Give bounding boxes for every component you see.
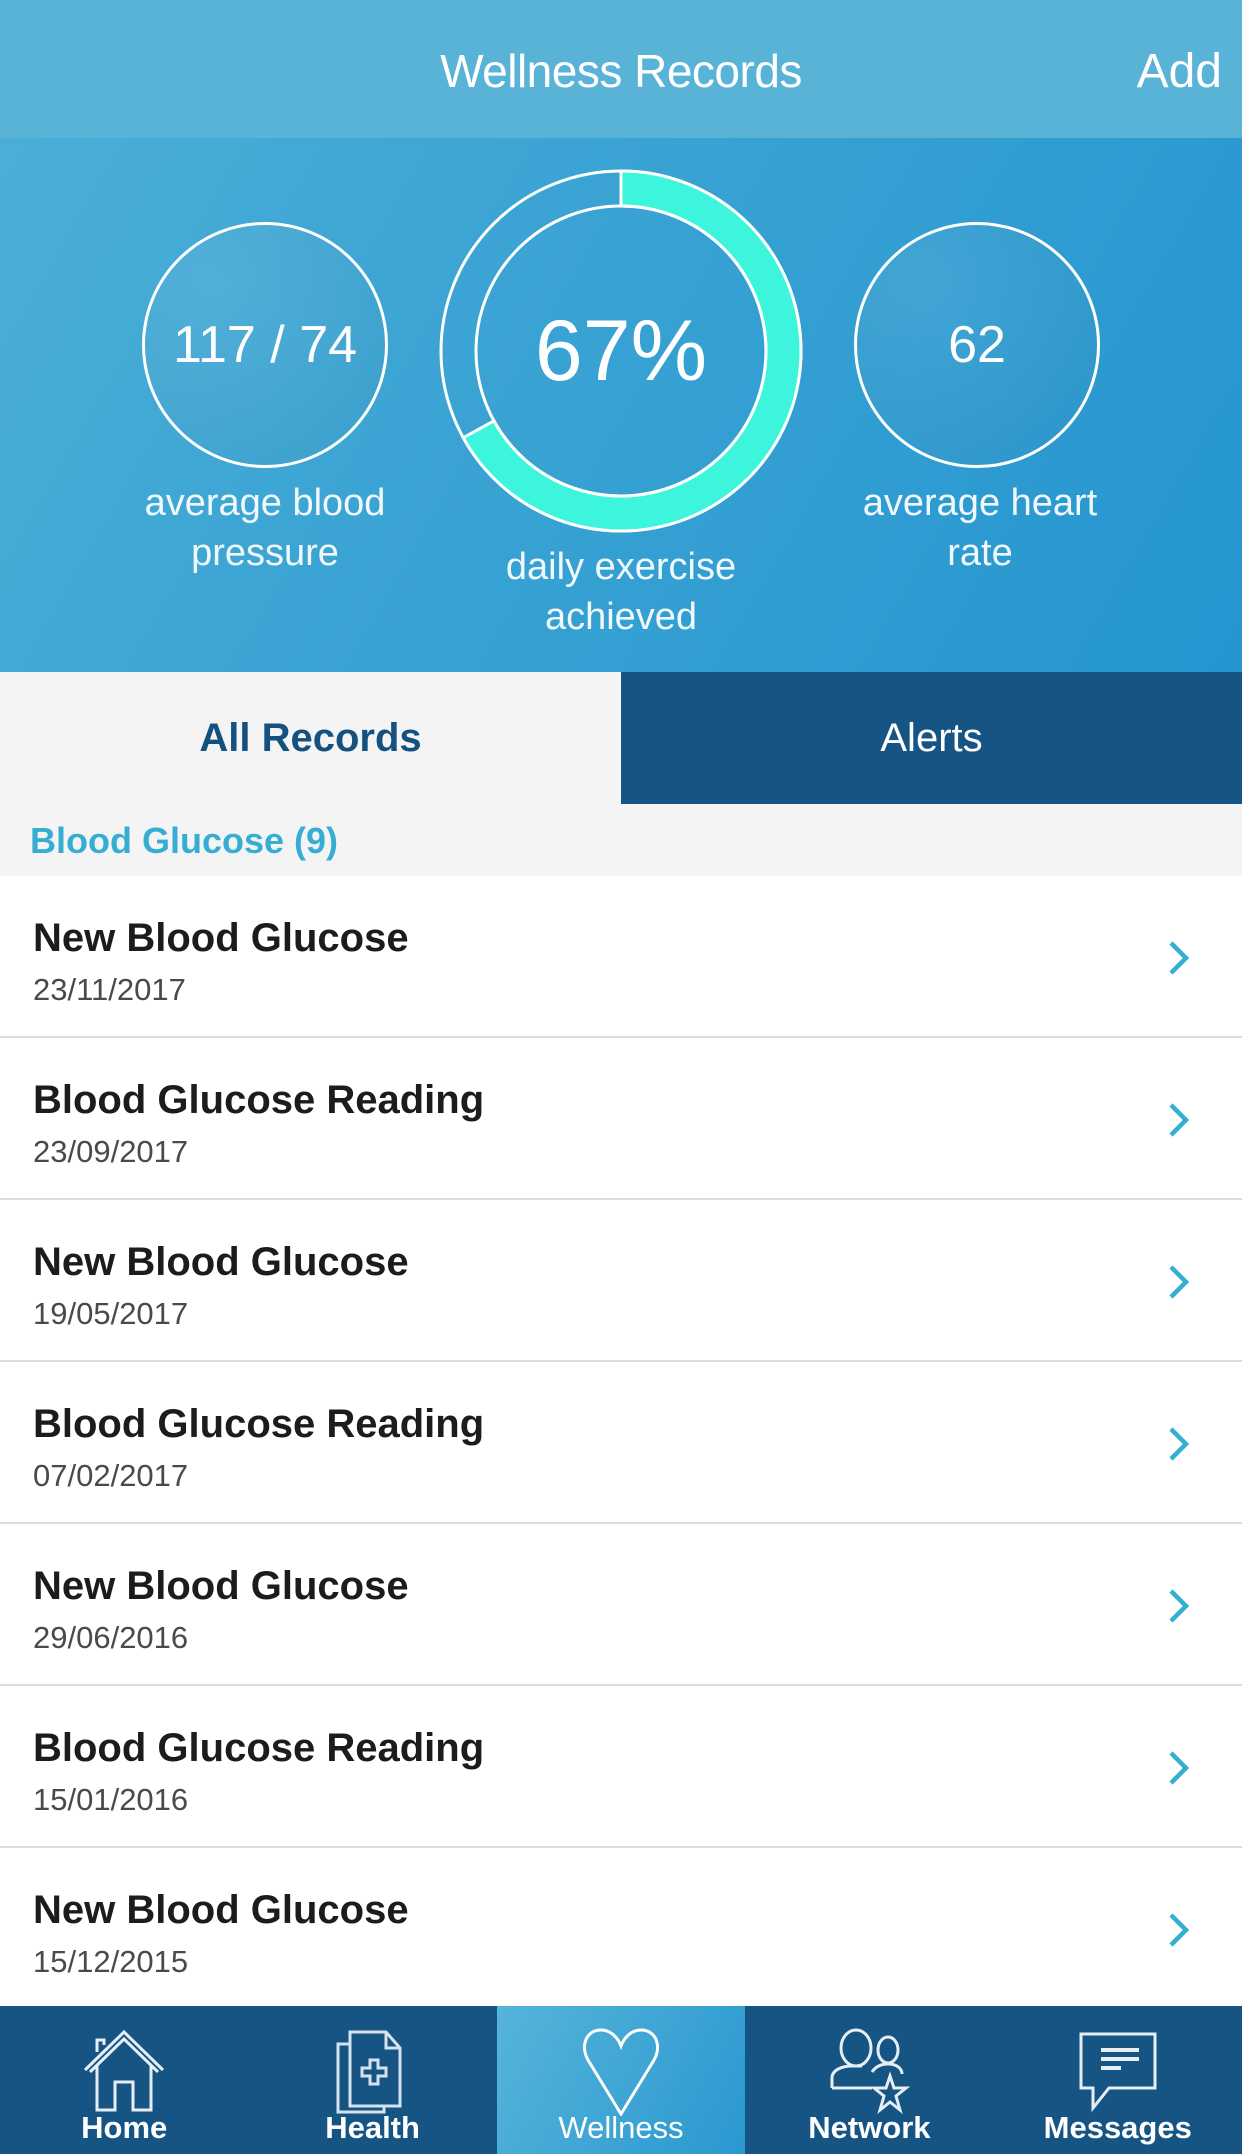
blood-pressure-stat: 117 / 74 average blood pressure <box>140 222 390 578</box>
heart-icon <box>583 2028 659 2116</box>
chevron-right-icon <box>1169 941 1190 975</box>
heart-rate-value: 62 <box>948 316 1006 374</box>
add-button[interactable]: Add <box>1137 44 1222 99</box>
record-name: New Blood Glucose <box>33 1240 409 1284</box>
section-header-blood-glucose: Blood Glucose (9) <box>0 804 1242 876</box>
messages-icon <box>1079 2032 1157 2113</box>
chevron-right-icon <box>1169 1751 1190 1785</box>
tab-bar-wellness-label: Wellness <box>558 2110 684 2145</box>
record-date: 19/05/2017 <box>33 1296 189 1331</box>
tab-bar-health-label: Health <box>325 2110 420 2145</box>
navigation-bar: Wellness Records Add <box>0 0 1242 138</box>
list-item[interactable]: Blood Glucose Reading 23/09/2017 <box>0 1038 1242 1200</box>
tab-bar-wellness[interactable]: Wellness <box>496 2006 746 2154</box>
tab-bar-network[interactable]: Network <box>745 2006 993 2154</box>
record-name: Blood Glucose Reading <box>33 1726 485 1770</box>
tab-bar-health[interactable]: Health <box>248 2006 496 2154</box>
tab-all-records[interactable]: All Records <box>0 672 621 804</box>
record-name: New Blood Glucose <box>33 1564 409 1608</box>
blood-pressure-label-line2: pressure <box>191 532 339 574</box>
record-date: 23/09/2017 <box>33 1134 189 1169</box>
records-list: New Blood Glucose 23/11/2017 Blood Gluco… <box>0 876 1242 2010</box>
list-item[interactable]: New Blood Glucose 23/11/2017 <box>0 876 1242 1038</box>
blood-pressure-label-line1: average blood <box>144 482 386 524</box>
tab-bar-home[interactable]: Home <box>0 2006 248 2154</box>
network-icon <box>830 2028 911 2115</box>
chevron-right-icon <box>1169 1589 1190 1623</box>
tab-bar-messages-label: Messages <box>1043 2110 1192 2145</box>
blood-pressure-value: 117 / 74 <box>172 316 358 374</box>
chevron-right-icon <box>1169 1103 1190 1137</box>
record-date: 15/12/2015 <box>33 1944 189 1979</box>
record-date: 15/01/2016 <box>33 1782 189 1817</box>
record-name: New Blood Glucose <box>33 1888 409 1932</box>
record-date: 29/06/2016 <box>33 1620 189 1655</box>
list-item[interactable]: Blood Glucose Reading 07/02/2017 <box>0 1362 1242 1524</box>
list-item[interactable]: New Blood Glucose 19/05/2017 <box>0 1200 1242 1362</box>
record-name: New Blood Glucose <box>33 916 409 960</box>
record-name: Blood Glucose Reading <box>33 1078 485 1122</box>
records-tabs: All Records Alerts <box>0 672 1242 804</box>
list-item[interactable]: New Blood Glucose 15/12/2015 <box>0 1848 1242 2010</box>
exercise-progress-gauge: 67% <box>438 168 804 534</box>
record-name: Blood Glucose Reading <box>33 1402 485 1446</box>
heart-rate-ring: 62 <box>854 222 1100 468</box>
exercise-label-line2: achieved <box>544 596 698 638</box>
blood-pressure-ring: 117 / 74 <box>142 222 388 468</box>
chevron-right-icon <box>1169 1913 1190 1947</box>
exercise-label: daily exercise achieved <box>436 542 806 642</box>
chevron-right-icon <box>1169 1265 1190 1299</box>
record-date: 07/02/2017 <box>33 1458 189 1493</box>
health-record-icon <box>336 2030 402 2114</box>
blood-pressure-label: average blood pressure <box>140 478 390 578</box>
list-item[interactable]: New Blood Glucose 29/06/2016 <box>0 1524 1242 1686</box>
exercise-stat: 67% daily exercise achieved <box>436 168 806 642</box>
exercise-label-line1: daily exercise <box>505 546 737 588</box>
home-icon <box>84 2029 165 2112</box>
heart-rate-label: average heart rate <box>862 482 1098 574</box>
exercise-value: 67% <box>534 302 708 399</box>
heart-rate-stat: 62 average heart rate <box>830 222 1130 578</box>
chevron-right-icon <box>1169 1427 1190 1461</box>
bottom-tab-bar: Home Health Wellness Network Messages <box>0 2006 1242 2154</box>
tab-bar-home-label: Home <box>81 2110 168 2145</box>
tab-bar-messages[interactable]: Messages <box>994 2006 1242 2154</box>
list-item[interactable]: Blood Glucose Reading 15/01/2016 <box>0 1686 1242 1848</box>
record-date: 23/11/2017 <box>33 972 186 1007</box>
stats-summary: 117 / 74 average blood pressure 67% dail… <box>0 138 1242 672</box>
tab-bar-network-label: Network <box>808 2110 931 2145</box>
page-title: Wellness Records <box>440 45 802 97</box>
tab-alerts[interactable]: Alerts <box>621 672 1242 804</box>
